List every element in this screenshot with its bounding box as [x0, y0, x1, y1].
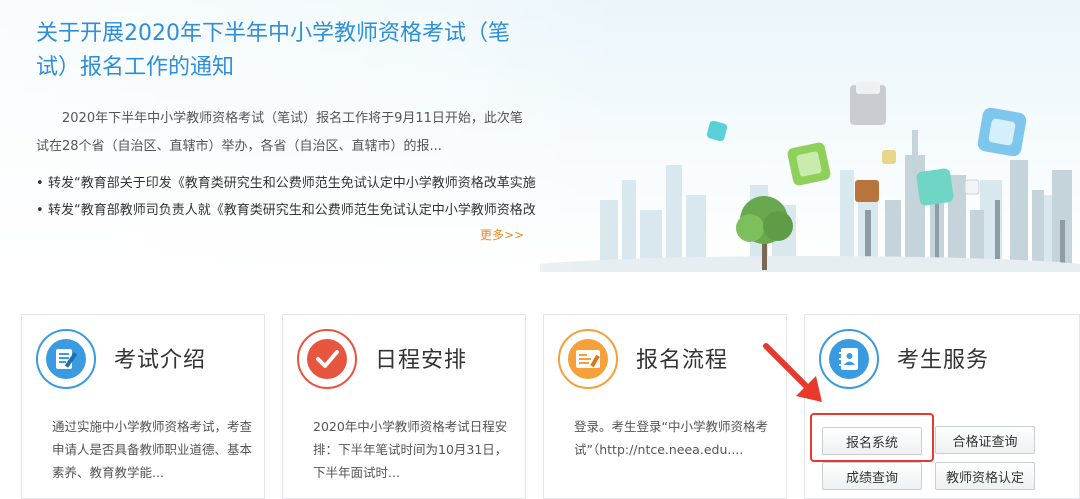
teacher-qualification-button[interactable]: 教师资格认定 [935, 462, 1035, 490]
notice-link-item[interactable]: • 转发“教育部教师司负责人就《教育类研究生和公费师范生免试认定中小学教师资格改.… [36, 197, 536, 224]
certificate-query-button[interactable]: 合格证查询 [935, 426, 1035, 454]
city-skyline-illustration [540, 82, 1080, 272]
service-cards: 考试介绍 通过实施中小学教师资格考试，考查申请人是否具备教师职业道德、基本素养、… [21, 314, 1080, 499]
register-highlight-box [810, 413, 934, 462]
notice-banner: 关于开展2020年下半年中小学教师资格考试（笔试）报名工作的通知 2020年下半… [0, 0, 1080, 272]
notice-title[interactable]: 关于开展2020年下半年中小学教师资格考试（笔试）报名工作的通知 [36, 17, 516, 85]
card-text: 登录。考生登录“中小学教师资格考试”（http://ntce.neea.edu.… [574, 419, 768, 457]
card-title: 考生服务 [897, 348, 990, 373]
card-title: 考试介绍 [114, 348, 207, 373]
card-text: 2020年中小学教师资格考试日程安排：下半年笔试时间为10月31日，下半年面试时… [313, 419, 508, 480]
checkmark-icon [297, 329, 357, 389]
card-title: 报名流程 [636, 348, 729, 373]
score-query-button[interactable]: 成绩查询 [822, 462, 922, 490]
card-exam-intro[interactable]: 考试介绍 通过实施中小学教师资格考试，考查申请人是否具备教师职业道德、基本素养、… [21, 314, 265, 499]
card-candidate-services: 考生服务 报名系统 合格证查询 成绩查询 教师资格认定 [804, 314, 1080, 499]
red-arrow-icon [763, 343, 822, 402]
card-text: 通过实施中小学教师资格考试，考查申请人是否具备教师职业道德、基本素养、教育教学能… [52, 419, 253, 480]
notice-summary: 2020年下半年中小学教师资格考试（笔试）报名工作将于9月11日开始，此次笔试在… [36, 111, 523, 154]
notice-link-item[interactable]: • 转发“教育部关于印发《教育类研究生和公费师范生免试认定中小学教师资格改革实施.… [36, 170, 536, 197]
card-title: 日程安排 [375, 348, 468, 373]
more-link[interactable]: 更多>> [480, 226, 524, 243]
card-registration-process[interactable]: 报名流程 登录。考生登录“中小学教师资格考试”（http://ntce.neea… [543, 314, 787, 499]
card-schedule[interactable]: 日程安排 2020年中小学教师资格考试日程安排：下半年笔试时间为10月31日，下… [282, 314, 526, 499]
document-pen-icon [36, 329, 96, 389]
form-icon [558, 329, 618, 389]
notice-link-list: • 转发“教育部关于印发《教育类研究生和公费师范生免试认定中小学教师资格改革实施.… [36, 170, 536, 224]
